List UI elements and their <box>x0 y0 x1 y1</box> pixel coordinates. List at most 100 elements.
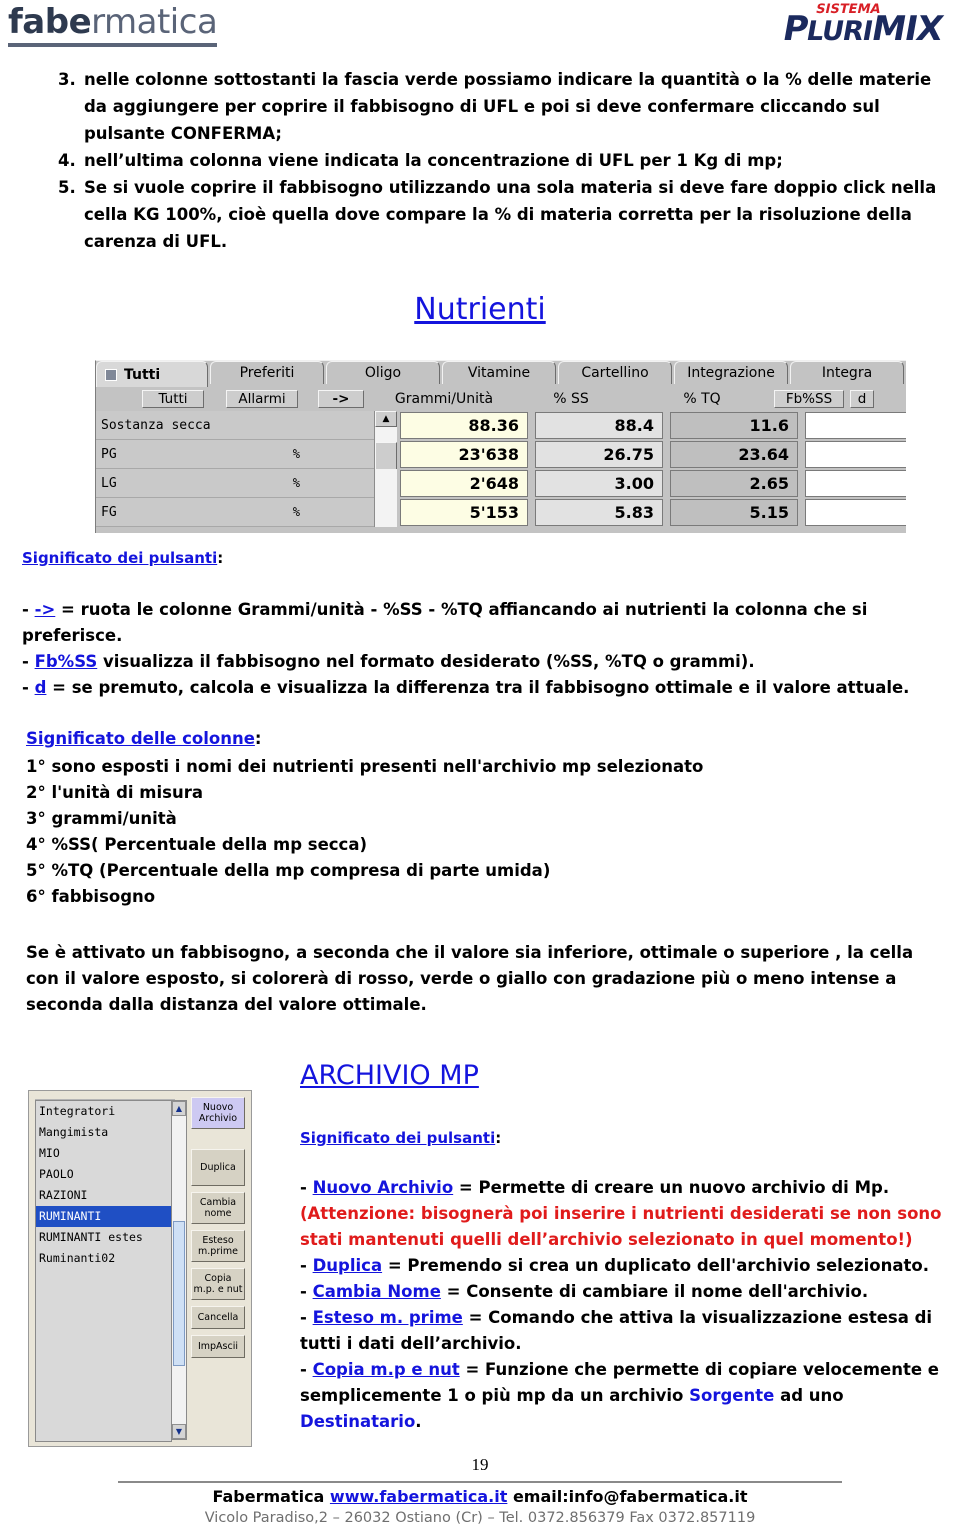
bullet-dash: - <box>300 1256 313 1275</box>
difference-d-button[interactable]: d <box>850 390 874 408</box>
list-item-text: Se si vuole coprire il fabbisogno utiliz… <box>84 178 937 251</box>
archivio-key-nuovo: Nuovo Archivio <box>312 1178 454 1197</box>
colonne-item-3: 3° grammi/unità <box>26 809 177 828</box>
tab-preferiti[interactable]: Preferiti <box>210 361 324 384</box>
rotate-columns-button[interactable]: -> <box>318 390 364 408</box>
colonne-heading-colon: : <box>254 729 262 748</box>
esteso-mprime-button[interactable]: Esteso m.prime <box>191 1230 245 1262</box>
cell-tq[interactable]: 23.64 <box>670 441 798 468</box>
bullet-dash: - <box>300 1282 313 1301</box>
duplica-button[interactable]: Duplica <box>191 1149 245 1186</box>
list-item[interactable]: MIO <box>36 1143 171 1164</box>
nuovo-archivio-button[interactable]: Nuovo Archivio <box>191 1097 245 1129</box>
row-label-text: LG <box>101 475 117 491</box>
instruction-list: 3. nelle colonne sottostanti la fascia v… <box>58 66 953 255</box>
grid-scrollbar[interactable] <box>374 440 397 496</box>
tab-cartellino[interactable]: Cartellino <box>558 361 672 384</box>
footer-divider <box>118 1481 842 1483</box>
list-item-selected[interactable]: RUMINANTI <box>36 1206 171 1227</box>
cell-grammi[interactable]: 5'153 <box>400 499 528 526</box>
row-label-cell: PG% <box>96 440 374 469</box>
list-item[interactable]: RAZIONI <box>36 1185 171 1206</box>
colonne-item-5: 5° %TQ (Percentuale della mp compresa di… <box>26 861 551 880</box>
row-label-text: Sostanza secca <box>101 417 211 433</box>
cambia-nome-button[interactable]: Cambia nome <box>191 1192 245 1224</box>
button-line-2: Archivio <box>198 1113 238 1124</box>
cell-fb[interactable] <box>805 412 906 439</box>
colonne-heading-text: Significato delle colonne <box>26 729 255 748</box>
filter-allarmi-button[interactable]: Allarmi <box>226 390 298 408</box>
impascii-button[interactable]: ImpAscii <box>191 1335 245 1358</box>
table-row[interactable]: FG% 5'153 5.83 5.15 <box>96 498 906 527</box>
list-item: 4. nell’ultima colonna viene indicata la… <box>58 147 953 174</box>
grid-scrollbar[interactable] <box>374 469 397 498</box>
archivio-key-cambia: Cambia Nome <box>312 1282 441 1301</box>
list-item[interactable]: PAOLO <box>36 1164 171 1185</box>
grid-scrollbar[interactable] <box>374 498 397 527</box>
cell-fb[interactable] <box>805 499 906 526</box>
fbss-button[interactable]: Fb%SS <box>774 390 844 408</box>
column-header-tq: % TQ <box>683 391 721 407</box>
cell-ss[interactable]: 5.83 <box>535 499 663 526</box>
archivio-key-copia: Copia m.p e nut <box>312 1360 460 1379</box>
button-line-2: nome <box>204 1208 232 1219</box>
footer-website-link[interactable]: www.fabermatica.it <box>330 1487 507 1506</box>
archivio-pulsanti-heading-colon: : <box>495 1129 502 1147</box>
cell-ss[interactable]: 26.75 <box>535 441 663 468</box>
archivio-listbox-scrollbar[interactable]: ▲ ▼ <box>171 1100 187 1440</box>
button-line-1: Cancella <box>197 1312 239 1323</box>
cell-ss[interactable]: 3.00 <box>535 470 663 497</box>
archivio-destinatario-text: Destinatario <box>300 1412 416 1431</box>
scroll-down-arrow-icon[interactable]: ▼ <box>172 1424 186 1439</box>
list-item[interactable]: Ruminanti02 <box>36 1248 171 1269</box>
list-item[interactable]: Integratori <box>36 1101 171 1122</box>
scroll-up-arrow-icon[interactable]: ▲ <box>375 411 397 427</box>
archivio-listbox[interactable]: Integratori Mangimista MIO PAOLO RAZIONI… <box>35 1100 172 1442</box>
table-row[interactable]: LG% 2'648 3.00 2.65 <box>96 469 906 498</box>
archivio-key-esteso: Esteso m. prime <box>312 1308 463 1327</box>
archivio-item-duplica: - Duplica = Premendo si crea un duplicat… <box>300 1253 950 1279</box>
filter-tutti-button[interactable]: Tutti <box>142 390 204 408</box>
cell-tq[interactable]: 11.6 <box>670 412 798 439</box>
scroll-up-arrow-icon[interactable]: ▲ <box>172 1101 186 1116</box>
colonne-heading: Significato delle colonne: <box>26 726 956 752</box>
cell-fb[interactable] <box>805 470 906 497</box>
archivio-copia-end: . <box>415 1412 422 1431</box>
list-item[interactable]: Mangimista <box>36 1122 171 1143</box>
list-item-number: 4. <box>58 151 76 170</box>
archivio-app-screenshot: Integratori Mangimista MIO PAOLO RAZIONI… <box>28 1090 252 1447</box>
cell-ss[interactable]: 88.4 <box>535 412 663 439</box>
archivio-section-title: ARCHIVIO MP <box>300 1060 479 1091</box>
cell-grammi[interactable]: 2'648 <box>400 470 528 497</box>
scroll-thumb[interactable] <box>173 1221 185 1366</box>
archivio-item-copia: - Copia m.p e nut = Funzione che permett… <box>300 1357 950 1435</box>
bullet-dash: - <box>22 600 35 619</box>
tab-integrazione[interactable]: Integrazione <box>674 361 788 384</box>
table-row[interactable]: PG% 23'638 26.75 23.64 <box>96 440 906 496</box>
archivio-item-nuovo: - Nuovo Archivio = Permette di creare un… <box>300 1175 950 1201</box>
cell-grammi[interactable]: 23'638 <box>400 441 528 468</box>
list-item[interactable]: RUMINANTI estes <box>36 1227 171 1248</box>
grid-scrollbar[interactable]: ▲ <box>374 411 397 440</box>
cell-tq[interactable]: 5.15 <box>670 499 798 526</box>
list-item-text: nell’ultima colonna viene indicata la co… <box>84 151 783 170</box>
cancella-button[interactable]: Cancella <box>191 1306 245 1329</box>
tab-vitamine[interactable]: Vitamine <box>442 361 556 384</box>
cell-fb[interactable] <box>805 441 906 468</box>
cell-tq[interactable]: 2.65 <box>670 470 798 497</box>
button-line-1: Duplica <box>200 1162 236 1173</box>
tab-integra[interactable]: Integra <box>790 361 904 384</box>
button-line-1: Nuovo <box>202 1102 234 1113</box>
table-row[interactable]: Sostanza secca ▲ 88.36 88.4 11.6 <box>96 411 906 440</box>
tab-tutti[interactable]: Tutti <box>96 361 208 387</box>
copia-mp-nut-button[interactable]: Copia m.p. e nut <box>191 1268 245 1300</box>
archivio-desc-duplica: = Premendo si crea un duplicato dell'arc… <box>382 1256 929 1275</box>
fabermatica-logo: fabermatica <box>8 2 218 47</box>
archivio-desc-cambia: = Consente di cambiare il nome dell'arch… <box>440 1282 869 1301</box>
archivio-warning-text: (Attenzione: bisognerà poi inserire i nu… <box>300 1204 942 1249</box>
fabermatica-logo-rest: rmatica <box>91 2 218 42</box>
fabermatica-logo-bold: fabe <box>8 2 92 42</box>
row-unit-text: % <box>292 447 300 461</box>
tab-oligo[interactable]: Oligo <box>326 361 440 384</box>
cell-grammi[interactable]: 88.36 <box>400 412 528 439</box>
